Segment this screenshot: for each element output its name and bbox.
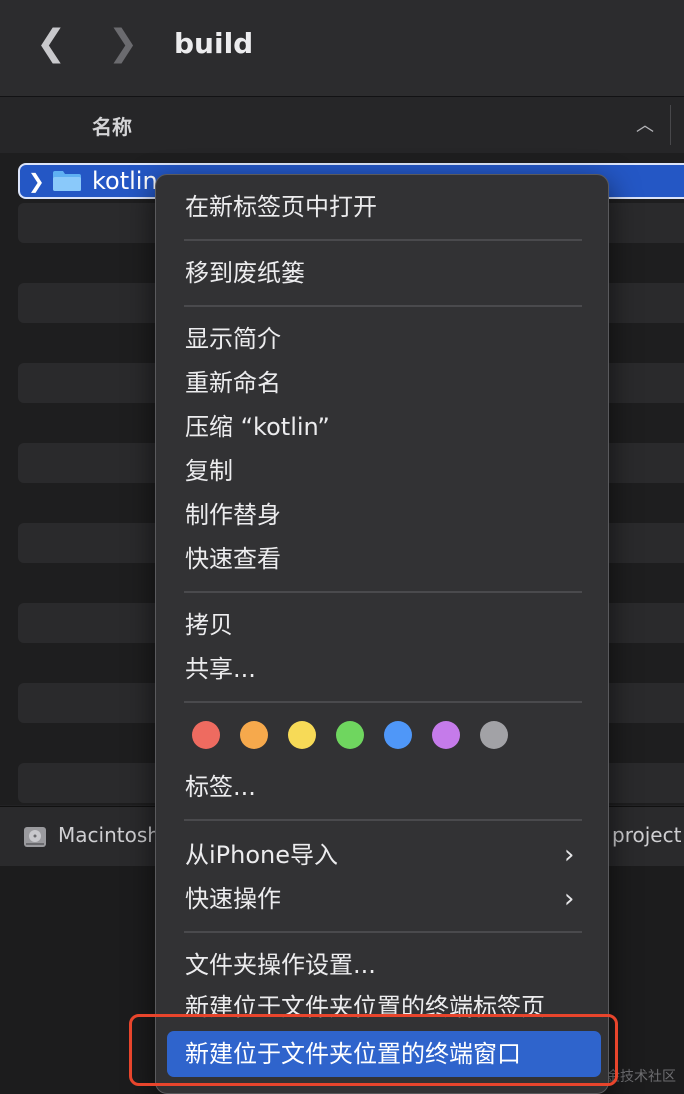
menu-item-tags[interactable]: 标签... xyxy=(185,771,256,803)
back-chevron-icon[interactable]: ❮ xyxy=(36,24,72,64)
row-label: kotlin xyxy=(92,167,158,195)
tag-green-dot[interactable] xyxy=(336,721,364,749)
context-menu: 在新标签页中打开 移到废纸篓 显示简介 重新命名 压缩 “kotlin” 复制 … xyxy=(155,174,609,1094)
menu-item-compress[interactable]: 压缩 “kotlin” xyxy=(185,411,330,443)
column-header: 名称 ︿ xyxy=(0,96,684,154)
menu-item-copy[interactable]: 拷贝 xyxy=(185,609,233,641)
menu-item-quick-look[interactable]: 快速查看 xyxy=(185,543,281,575)
menu-separator xyxy=(184,701,582,703)
menu-separator xyxy=(184,591,582,593)
sort-ascending-icon[interactable]: ︿ xyxy=(636,111,654,137)
menu-item-rename[interactable]: 重新命名 xyxy=(185,367,281,399)
menu-item-quick-actions[interactable]: 快速操作 xyxy=(185,883,281,915)
menu-item-folder-actions-setup[interactable]: 文件夹操作设置... xyxy=(185,949,376,981)
path-segment-project[interactable]: project xyxy=(612,823,681,847)
path-segment-disk[interactable]: Macintosh xyxy=(58,823,160,847)
menu-item-open-new-tab[interactable]: 在新标签页中打开 xyxy=(185,191,377,223)
annotation-highlight-box xyxy=(129,1014,618,1086)
window-title: build xyxy=(174,27,254,60)
menu-item-make-alias[interactable]: 制作替身 xyxy=(185,499,281,531)
menu-item-share[interactable]: 共享... xyxy=(185,653,256,685)
hard-disk-icon xyxy=(24,827,46,847)
tag-blue-dot[interactable] xyxy=(384,721,412,749)
folder-icon xyxy=(53,171,81,191)
menu-separator xyxy=(184,239,582,241)
submenu-chevron-icon: › xyxy=(564,840,575,870)
column-divider[interactable] xyxy=(670,105,671,145)
column-header-name[interactable]: 名称 xyxy=(92,111,132,140)
menu-item-get-info[interactable]: 显示简介 xyxy=(185,323,281,355)
tag-gray-dot[interactable] xyxy=(480,721,508,749)
toolbar: ❮ ❯ build xyxy=(0,0,684,96)
tag-red-dot[interactable] xyxy=(192,721,220,749)
submenu-chevron-icon: › xyxy=(564,884,575,914)
menu-item-import-from-iphone[interactable]: 从iPhone导入 xyxy=(185,839,338,871)
disclosure-chevron-icon[interactable]: ❯ xyxy=(28,169,45,193)
menu-separator xyxy=(184,931,582,933)
menu-item-duplicate[interactable]: 复制 xyxy=(185,455,233,487)
tag-yellow-dot[interactable] xyxy=(288,721,316,749)
menu-item-move-to-trash[interactable]: 移到废纸篓 xyxy=(185,257,305,289)
menu-separator xyxy=(184,819,582,821)
forward-chevron-icon[interactable]: ❯ xyxy=(108,24,144,64)
menu-separator xyxy=(184,305,582,307)
tag-orange-dot[interactable] xyxy=(240,721,268,749)
tag-purple-dot[interactable] xyxy=(432,721,460,749)
